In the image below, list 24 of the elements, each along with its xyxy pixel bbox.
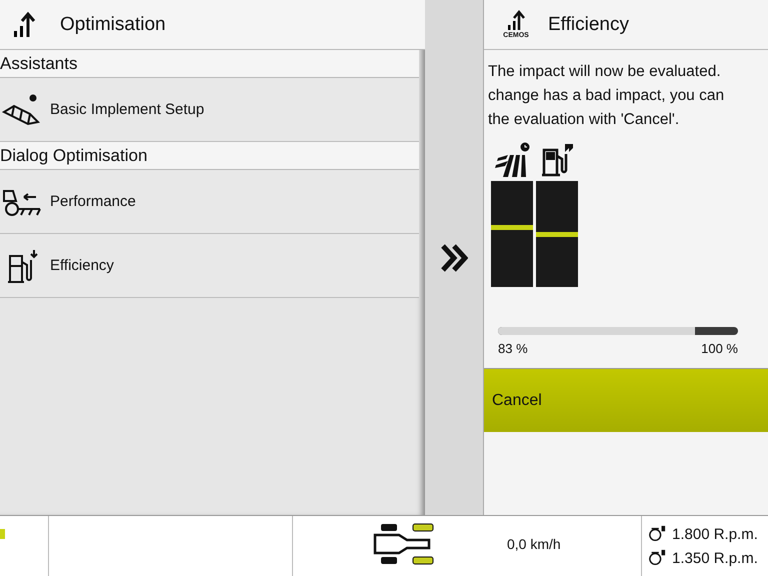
cancel-button[interactable]: Cancel <box>484 368 768 432</box>
menu-item[interactable]: Performance <box>0 170 419 234</box>
engine-icon <box>648 525 666 543</box>
message-text: The impact will now be evaluated. <box>488 62 722 82</box>
double-chevron-icon[interactable] <box>440 242 468 272</box>
engine-speed-readout: 1.800 R.p.m. <box>672 526 758 542</box>
message-text: the evaluation with 'Cancel'. <box>488 110 680 130</box>
menu-item[interactable]: Efficiency <box>0 234 419 298</box>
progress-min-label: 83 % <box>498 341 528 356</box>
implement-gear-icon <box>2 92 42 128</box>
progress-max-label: 100 % <box>701 341 738 356</box>
tractor-top-view-icon <box>373 523 435 565</box>
section-header: Assistants <box>0 50 419 78</box>
field-clock-icon <box>494 142 530 178</box>
panel-title: Optimisation <box>60 14 166 36</box>
fuel-pump-icon <box>539 142 575 178</box>
engine-speed-readout: 1.350 R.p.m. <box>672 550 758 566</box>
panel-title: Efficiency <box>548 14 629 36</box>
speed-readout: 0,0 km/h <box>507 536 561 552</box>
menu-item[interactable]: Basic Implement Setup <box>0 78 419 142</box>
indicator-icon <box>0 529 5 539</box>
section-header: Dialog Optimisation <box>0 142 419 170</box>
engine-icon <box>648 549 666 567</box>
message-text: change has a bad impact, you can <box>488 86 726 106</box>
